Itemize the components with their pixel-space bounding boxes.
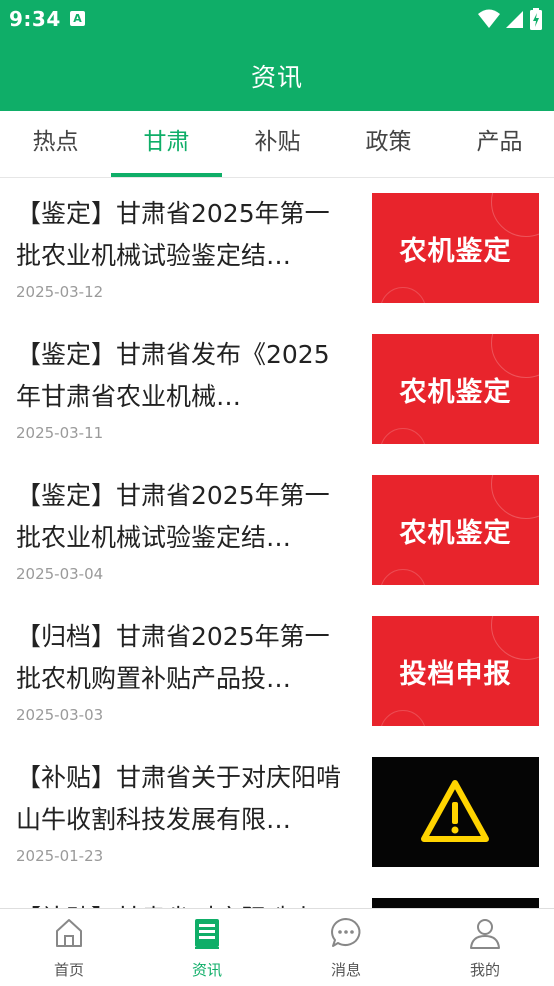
news-item[interactable]: 【鉴定】甘肃省2025年第一批农业机械试验鉴定结… 2025-03-12 农机鉴…: [0, 179, 554, 320]
nav-home[interactable]: 首页: [0, 909, 138, 986]
warning-icon: [421, 780, 489, 842]
news-title: 【补贴】甘肃省关于对庆阳啃山牛收割科技发展有限…: [16, 763, 342, 834]
thumbnail-label: 投档申报: [399, 658, 512, 690]
home-icon: [56, 919, 82, 947]
tab-product[interactable]: 产品: [444, 111, 554, 178]
wifi-icon: [478, 9, 500, 28]
notification-icon: A: [70, 11, 85, 26]
news-thumbnail: [372, 898, 539, 908]
news-item[interactable]: 【鉴定】甘肃省发布《2025年甘肃省农业机械… 2025-03-11 农机鉴定: [0, 320, 554, 461]
news-thumbnail: [372, 757, 539, 867]
chat-icon: [331, 918, 361, 947]
battery-icon: [530, 8, 542, 30]
nav-news[interactable]: 资讯: [138, 909, 276, 986]
news-list[interactable]: 【鉴定】甘肃省2025年第一批农业机械试验鉴定结… 2025-03-12 农机鉴…: [0, 179, 554, 908]
tab-subsidy[interactable]: 补贴: [222, 111, 333, 178]
thumbnail-label: 农机鉴定: [399, 517, 512, 549]
nav-news-label: 资讯: [191, 961, 222, 979]
news-thumbnail: 农机鉴定: [372, 334, 539, 444]
news-item[interactable]: 【补贴】甘肃省对庆阳啃山: [0, 884, 554, 908]
tab-active-indicator: [111, 173, 222, 177]
page-title: 资讯: [250, 63, 303, 92]
news-date: 2025-03-11: [16, 424, 104, 442]
category-tabs: 热点 甘肃 补贴 政策 产品: [0, 111, 554, 178]
thumbnail-label: 农机鉴定: [399, 376, 512, 408]
news-thumbnail: 农机鉴定: [372, 475, 539, 585]
user-icon: [470, 919, 500, 949]
news-title: 【鉴定】甘肃省2025年第一批农业机械试验鉴定结…: [16, 199, 330, 270]
news-item[interactable]: 【归档】甘肃省2025年第一批农机购置补贴产品投… 2025-03-03 投档申…: [0, 602, 554, 743]
nav-me-label: 我的: [469, 961, 500, 979]
news-title: 【鉴定】甘肃省2025年第一批农业机械试验鉴定结…: [16, 481, 330, 552]
news-date: 2025-03-03: [16, 706, 104, 724]
news-date: 2025-01-23: [16, 847, 104, 865]
thumbnail-label: 农机鉴定: [399, 235, 512, 267]
bottom-nav: 首页 资讯 消息 我的: [0, 908, 554, 986]
signal-icon: [506, 11, 523, 28]
screen: 9:34 A 资讯 热点 甘肃 补贴 政策 产品 【鉴定】甘肃省2025年第一批…: [0, 0, 554, 986]
status-bar: 9:34 A: [0, 0, 554, 38]
status-time: 9:34: [9, 7, 61, 31]
news-item[interactable]: 【补贴】甘肃省关于对庆阳啃山牛收割科技发展有限… 2025-01-23: [0, 743, 554, 884]
status-icons: [478, 8, 542, 30]
news-title: 【鉴定】甘肃省发布《2025年甘肃省农业机械…: [16, 340, 330, 411]
news-item[interactable]: 【鉴定】甘肃省2025年第一批农业机械试验鉴定结… 2025-03-04 农机鉴…: [0, 461, 554, 602]
news-date: 2025-03-04: [16, 565, 104, 583]
news-title: 【补贴】甘肃省对庆阳啃山: [16, 898, 352, 908]
nav-me[interactable]: 我的: [416, 909, 554, 986]
nav-home-label: 首页: [53, 961, 84, 979]
nav-messages[interactable]: 消息: [277, 909, 415, 986]
tab-policy[interactable]: 政策: [333, 111, 444, 178]
tab-gansu[interactable]: 甘肃: [111, 111, 222, 178]
tab-hot[interactable]: 热点: [0, 111, 111, 178]
news-thumbnail: 投档申报: [372, 616, 539, 726]
app-bar: 资讯: [0, 38, 554, 111]
news-icon: [195, 919, 219, 949]
news-title: 【归档】甘肃省2025年第一批农机购置补贴产品投…: [16, 622, 330, 693]
news-date: 2025-03-12: [16, 283, 104, 301]
nav-messages-label: 消息: [330, 961, 361, 979]
news-thumbnail: 农机鉴定: [372, 193, 539, 303]
